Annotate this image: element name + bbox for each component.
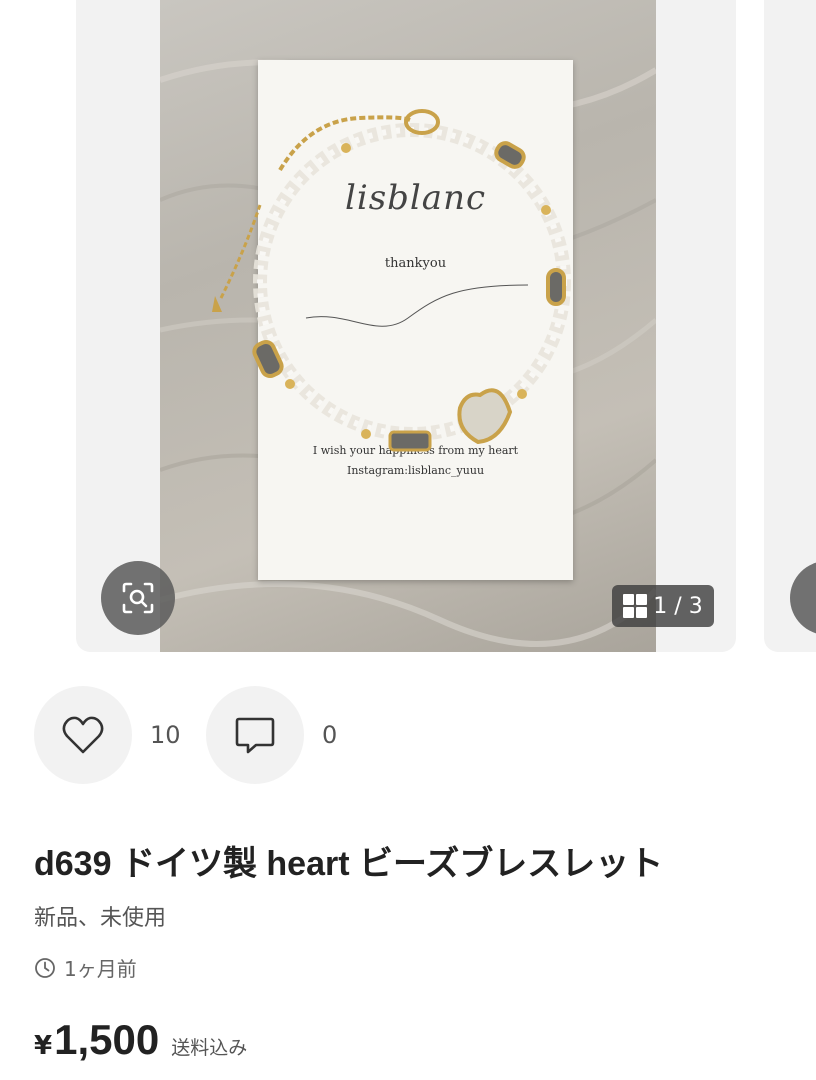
clock-icon: [35, 957, 55, 978]
next-slide-frame[interactable]: [764, 0, 816, 652]
product-title: d639 ドイツ製 heart ビーズブレスレット: [34, 845, 664, 883]
image-carousel[interactable]: lisblanc thankyou I wish your happiness …: [0, 0, 816, 652]
shipping-note: 送料込み: [171, 1037, 248, 1059]
like-count: 10: [150, 721, 181, 749]
bracelet-illustration: [212, 109, 571, 452]
comment-button[interactable]: [206, 686, 304, 784]
comment-icon: [235, 717, 275, 754]
price-amount: 1,500: [54, 1016, 160, 1063]
image-counter[interactable]: 1 / 3: [612, 585, 714, 627]
price: ¥ 1,500 送料込み: [34, 1016, 247, 1064]
like-button[interactable]: [34, 686, 132, 784]
price-currency: ¥: [34, 1031, 53, 1061]
comment-count: 0: [322, 721, 338, 749]
grid-icon: [623, 594, 648, 618]
action-row: 10 0: [34, 686, 378, 784]
image-counter-text: 1 / 3: [653, 593, 703, 619]
posted-time-text: 1ヶ月前: [64, 957, 137, 981]
image-search-icon: [122, 582, 154, 614]
product-condition: 新品、未使用: [34, 906, 167, 931]
product-photo[interactable]: lisblanc thankyou I wish your happiness …: [160, 0, 656, 652]
image-search-button[interactable]: [101, 561, 175, 635]
posted-time: 1ヶ月前: [34, 953, 137, 982]
heart-icon: [62, 716, 104, 754]
